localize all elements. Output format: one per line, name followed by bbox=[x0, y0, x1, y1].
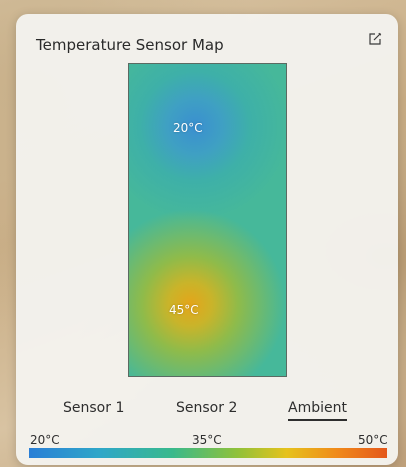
temperature-heatmap: 20°C 45°C bbox=[128, 63, 287, 377]
scale-max-label: 50°C bbox=[358, 433, 388, 447]
edit-button[interactable] bbox=[366, 30, 384, 48]
sensor-reading-bottom: 45°C bbox=[169, 303, 199, 317]
color-scale-bar bbox=[29, 448, 387, 458]
scale-min-label: 20°C bbox=[30, 433, 60, 447]
sensor-reading-top: 20°C bbox=[173, 121, 203, 135]
sensor-map-card: Temperature Sensor Map 20°C 45°C Sensor … bbox=[16, 14, 398, 465]
edit-icon bbox=[369, 32, 382, 45]
tab-ambient[interactable]: Ambient bbox=[288, 400, 347, 421]
scale-mid-label: 35°C bbox=[192, 433, 222, 447]
tab-sensor-1[interactable]: Sensor 1 bbox=[63, 400, 124, 419]
card-title: Temperature Sensor Map bbox=[36, 36, 224, 54]
view-tabs: Sensor 1 Sensor 2 Ambient bbox=[16, 400, 398, 424]
tab-sensor-2[interactable]: Sensor 2 bbox=[176, 400, 237, 419]
